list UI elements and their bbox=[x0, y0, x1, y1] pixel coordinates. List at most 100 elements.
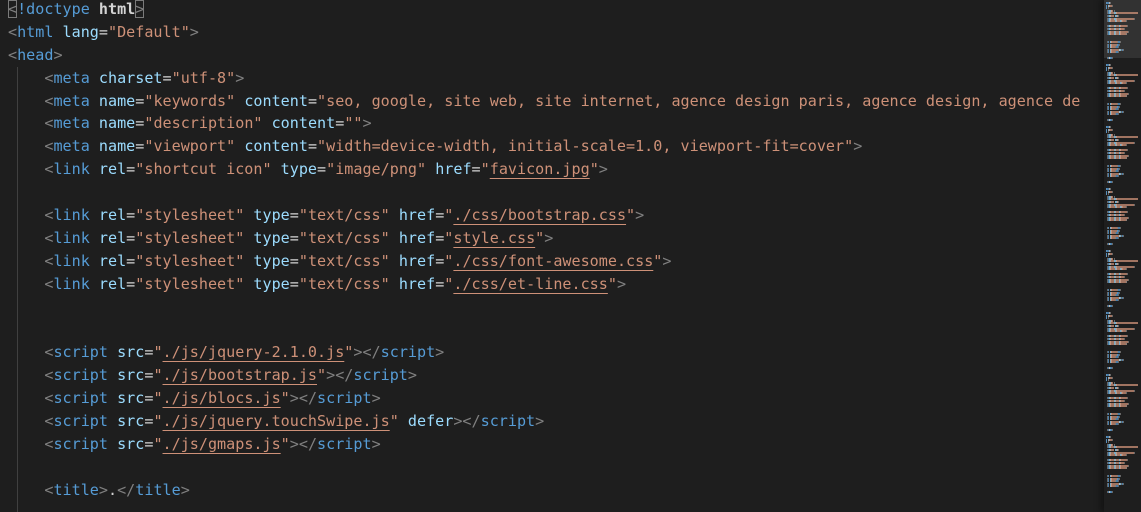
code-line[interactable]: <link rel="shortcut icon" type="image/pn… bbox=[8, 158, 1104, 182]
code-line[interactable]: <script src="./js/jquery.touchSwipe.js" … bbox=[8, 410, 1104, 433]
code-token: content bbox=[244, 91, 308, 110]
code-token: = bbox=[307, 137, 318, 156]
code-editor[interactable]: <!doctype html> <html lang="Default"> <hea… bbox=[0, 0, 1141, 512]
code-token: " bbox=[444, 251, 454, 270]
code-line[interactable]: <meta name="viewport" content="width=dev… bbox=[8, 135, 1104, 159]
minimap-line bbox=[1119, 415, 1121, 418]
minimap-line bbox=[1123, 234, 1125, 237]
minimap-line bbox=[1111, 56, 1113, 59]
code-token: > bbox=[371, 389, 381, 408]
minimap-line bbox=[1111, 242, 1113, 245]
minimap-line bbox=[1126, 343, 1128, 346]
code-line[interactable]: <meta name="keywords" content="seo, goog… bbox=[8, 89, 1104, 113]
code-token: ></ bbox=[289, 434, 318, 453]
indent-guide bbox=[17, 226, 19, 250]
indent-guide bbox=[17, 181, 19, 205]
code-line[interactable]: <meta charset="utf-8"> bbox=[8, 66, 1104, 90]
minimap-line bbox=[1120, 289, 1122, 291]
minimap-line bbox=[1120, 413, 1122, 415]
minimap[interactable] bbox=[1104, 0, 1141, 512]
code-token: = bbox=[98, 22, 108, 41]
minimap-line bbox=[1118, 299, 1119, 302]
code-token: lang bbox=[62, 22, 99, 41]
code-line[interactable]: <head> bbox=[8, 44, 1104, 67]
code-token: > bbox=[853, 137, 863, 156]
code-token: = bbox=[289, 251, 299, 270]
code-line[interactable]: <link rel="stylesheet" type="text/css" h… bbox=[8, 272, 1104, 296]
file-link[interactable]: favicon.jpg bbox=[490, 160, 590, 178]
indent-guide bbox=[17, 249, 19, 273]
code-token: > bbox=[98, 480, 108, 499]
code-token: meta bbox=[53, 68, 90, 87]
code-token: " bbox=[280, 389, 290, 408]
code-token: rel bbox=[98, 206, 127, 225]
code-token: "width=device-width, initial-scale=1.0, … bbox=[317, 137, 854, 156]
code-token: defer bbox=[407, 412, 454, 431]
code-line[interactable]: <script src="./js/jquery-2.1.0.js"></scr… bbox=[8, 341, 1104, 365]
code-line[interactable]: <link rel="stylesheet" type="text/css" h… bbox=[8, 226, 1104, 250]
code-token: " bbox=[626, 206, 636, 225]
minimap-line bbox=[1120, 227, 1122, 229]
minimap-line bbox=[1126, 157, 1128, 160]
minimap-line bbox=[1116, 74, 1138, 77]
file-link[interactable]: ./css/bootstrap.css bbox=[453, 206, 626, 224]
code-line[interactable]: <!doctype html> bbox=[8, 0, 1104, 21]
code-token: script bbox=[317, 389, 372, 408]
code-line[interactable]: <script src="./js/bootstrap.js"></script… bbox=[8, 364, 1104, 388]
code-token: script bbox=[53, 412, 108, 431]
minimap-line bbox=[1125, 330, 1127, 333]
file-link[interactable]: ./js/gmaps.js bbox=[163, 435, 281, 453]
code-line[interactable] bbox=[8, 455, 1104, 479]
code-line[interactable]: <script src="./js/blocs.js"></script> bbox=[8, 387, 1104, 411]
file-link[interactable]: ./css/et-line.css bbox=[453, 275, 607, 293]
file-link[interactable]: style.css bbox=[453, 229, 535, 247]
code-line[interactable]: <html lang="Default"> bbox=[8, 21, 1104, 44]
code-line[interactable] bbox=[8, 318, 1104, 342]
indent-guide bbox=[17, 501, 19, 512]
code-token: src bbox=[117, 389, 145, 408]
code-line[interactable] bbox=[8, 295, 1104, 319]
code-token: > bbox=[535, 412, 545, 431]
code-token: ></ bbox=[353, 343, 381, 362]
code-token: " bbox=[444, 206, 454, 225]
code-token: script bbox=[53, 366, 108, 385]
code-token: title bbox=[53, 480, 99, 499]
code-token: < bbox=[8, 22, 18, 41]
minimap-line bbox=[1126, 397, 1128, 400]
minimap-line bbox=[1133, 327, 1135, 330]
code-token: href bbox=[398, 228, 436, 247]
file-link[interactable]: ./css/font-awesome.css bbox=[453, 252, 653, 270]
code-token: src bbox=[117, 412, 145, 431]
file-link[interactable]: ./js/bootstrap.js bbox=[163, 366, 317, 384]
code-line[interactable]: <link rel="stylesheet" type="text/css" h… bbox=[8, 204, 1104, 227]
code-token: src bbox=[117, 343, 145, 362]
code-area[interactable]: <!doctype html> <html lang="Default"> <hea… bbox=[8, 0, 1104, 512]
code-line[interactable]: <link rel="stylesheet" type="text/css" h… bbox=[8, 249, 1104, 273]
minimap-line bbox=[1112, 314, 1113, 317]
code-token: type bbox=[253, 228, 290, 247]
code-line[interactable]: <meta name="description" content=""> bbox=[8, 112, 1104, 136]
minimap-line bbox=[1126, 25, 1128, 28]
minimap-line bbox=[1119, 353, 1121, 356]
code-token: = bbox=[317, 160, 327, 179]
minimap-line bbox=[1116, 446, 1138, 449]
minimap-line bbox=[1110, 392, 1115, 395]
file-link[interactable]: ./js/jquery.touchSwipe.js bbox=[163, 412, 390, 430]
minimap-line bbox=[1126, 33, 1128, 36]
code-token: " bbox=[480, 160, 490, 179]
code-token: name bbox=[98, 137, 136, 156]
minimap-line bbox=[1126, 459, 1128, 462]
code-line[interactable]: <title>.</title> bbox=[8, 478, 1104, 502]
minimap-line bbox=[1120, 475, 1122, 477]
code-token: script bbox=[53, 434, 108, 453]
file-link[interactable]: ./js/blocs.js bbox=[163, 389, 281, 407]
code-line[interactable] bbox=[8, 501, 1104, 512]
code-line[interactable]: <script src="./js/gmaps.js"></script> bbox=[8, 432, 1104, 456]
code-line[interactable] bbox=[8, 181, 1104, 205]
file-link[interactable]: ./js/jquery-2.1.0.js bbox=[163, 343, 345, 361]
minimap-line bbox=[1110, 268, 1115, 271]
